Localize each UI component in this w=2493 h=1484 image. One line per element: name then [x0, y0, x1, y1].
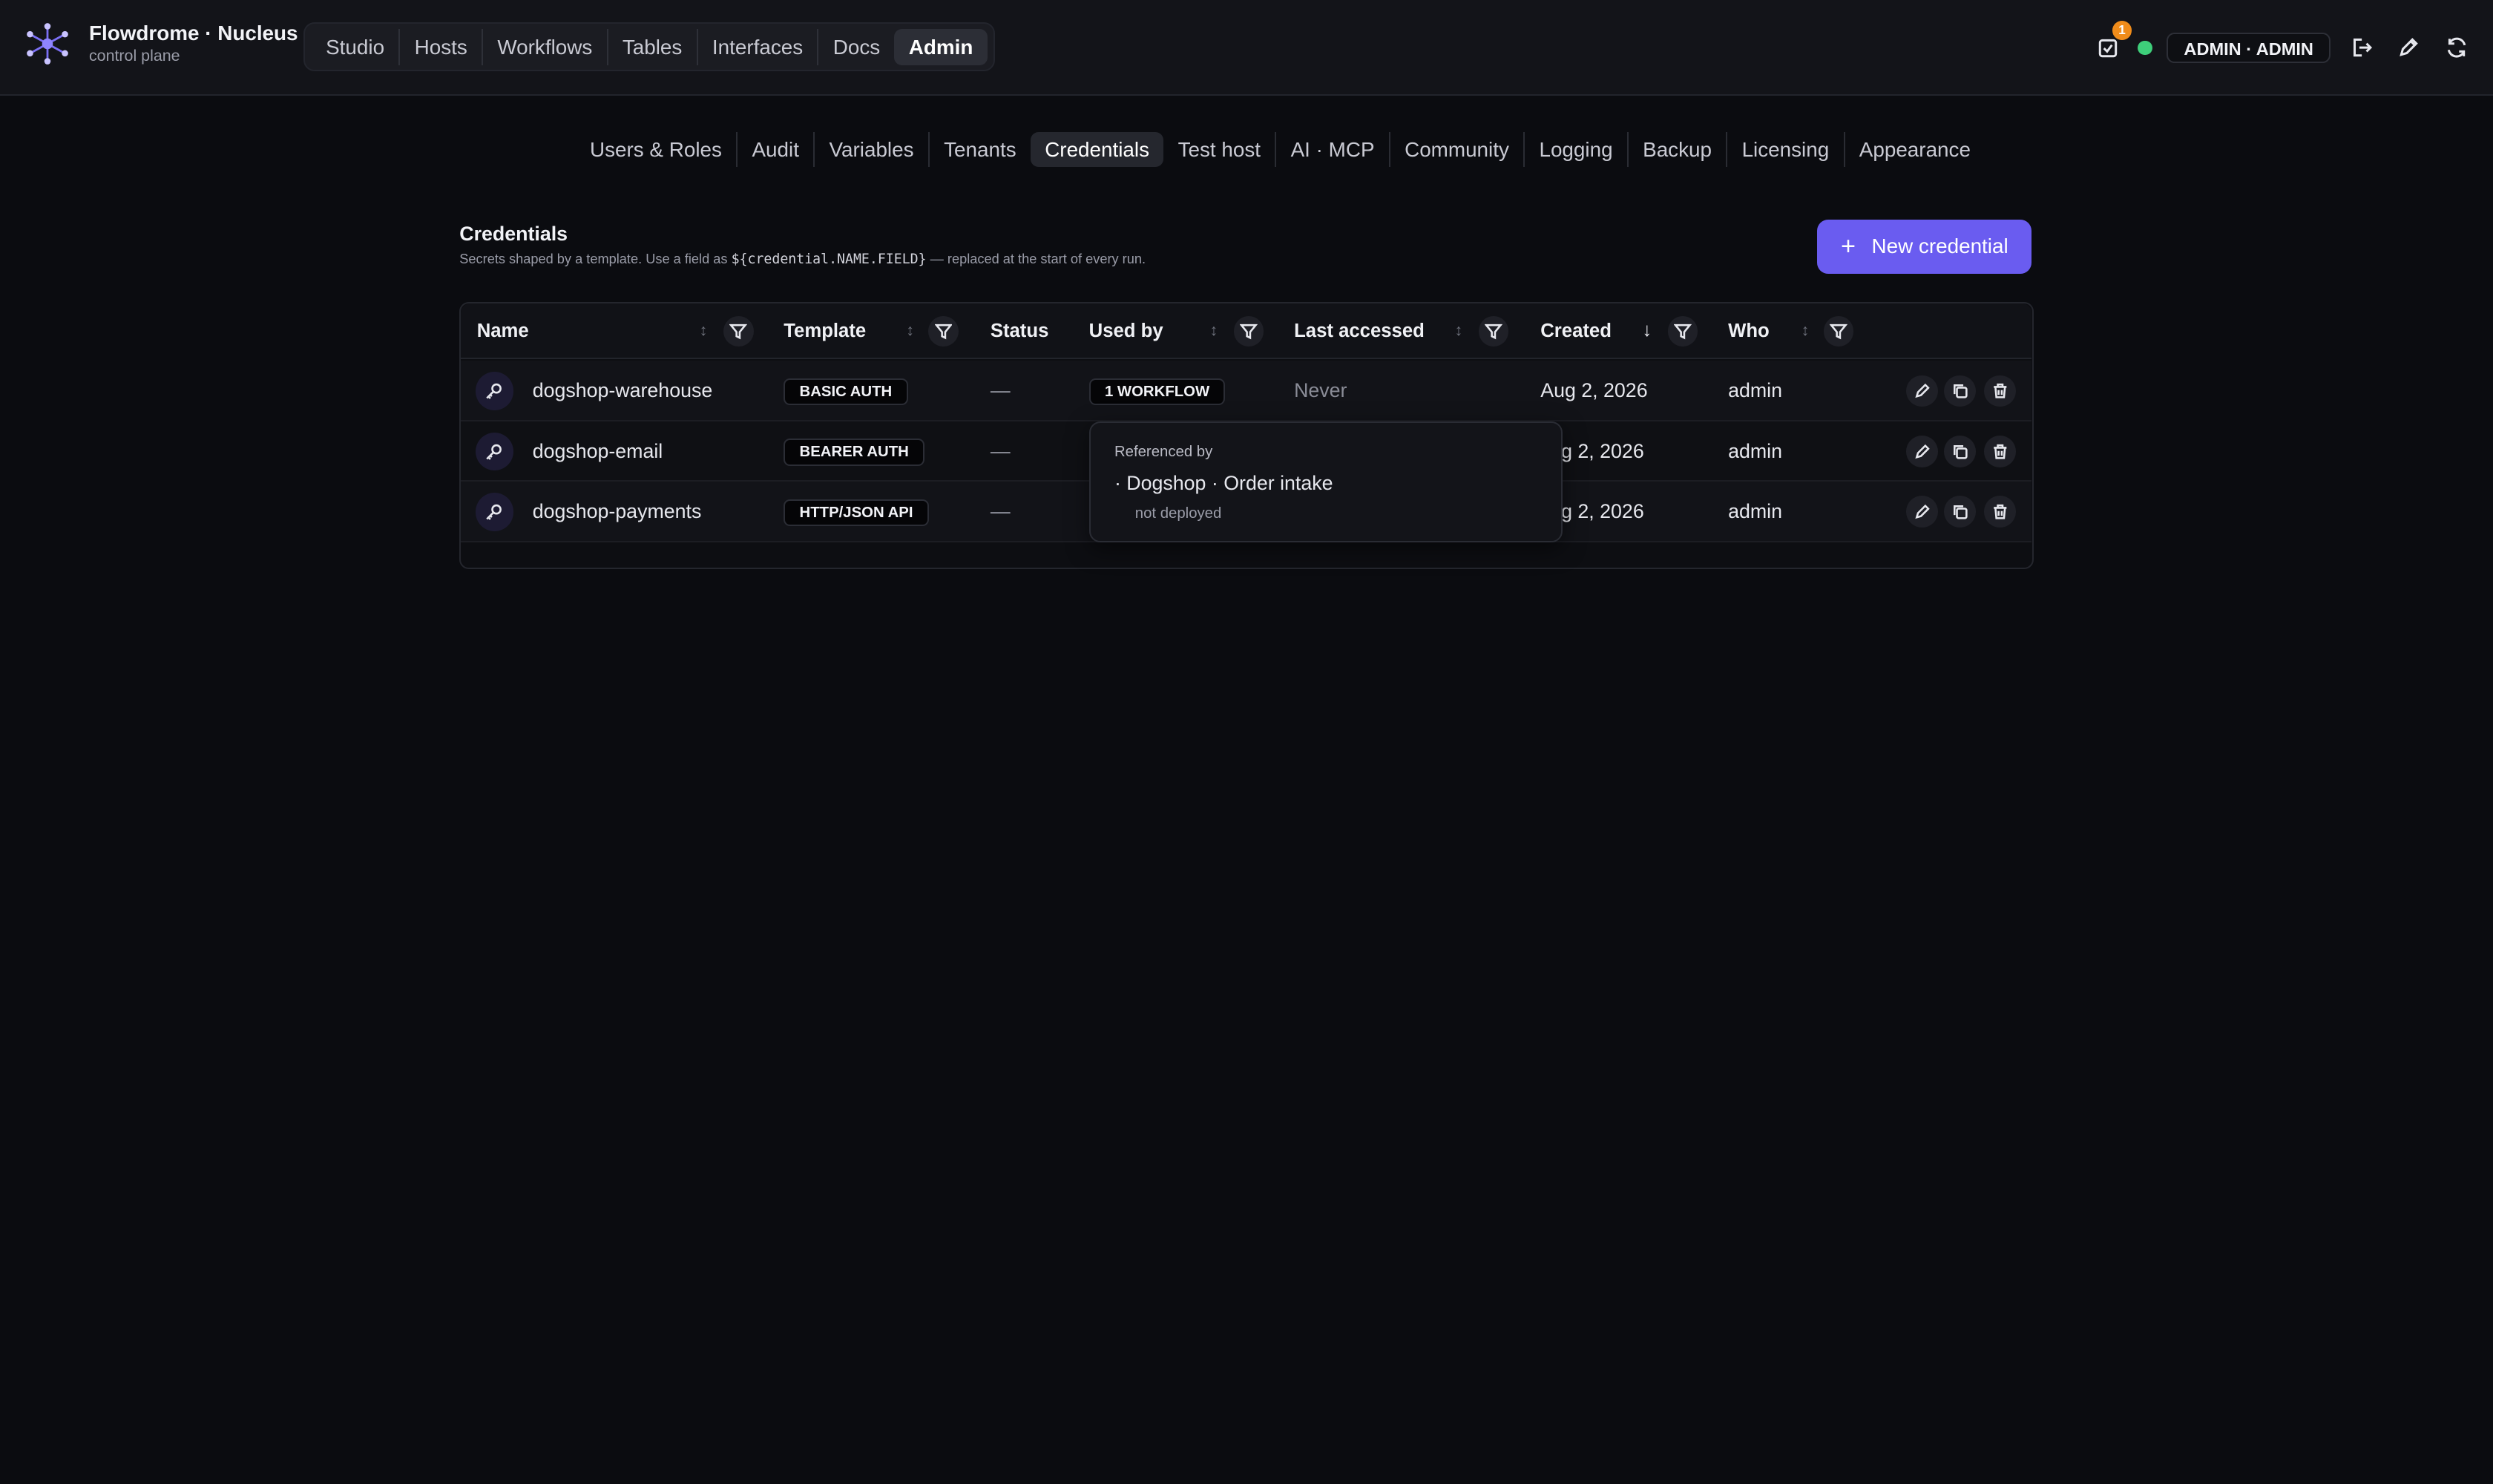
tab-users-roles[interactable]: Users & Roles [576, 131, 738, 167]
nav-interfaces[interactable]: Interfaces [698, 28, 819, 65]
col-status: Status [990, 321, 1049, 342]
nav-hosts[interactable]: Hosts [400, 28, 484, 65]
edit-icon[interactable] [1906, 375, 1938, 407]
copy-icon[interactable] [1944, 375, 1977, 407]
sort-icon[interactable]: ↕ [906, 321, 914, 340]
col-used-by[interactable]: Used by [1089, 303, 1163, 359]
filter-icon[interactable] [723, 316, 754, 347]
new-credential-button[interactable]: + New credential [1817, 219, 2032, 274]
table-row[interactable]: dogshop-warehouse BASIC AUTH — 1 WORKFLO… [461, 361, 2032, 421]
trash-icon[interactable] [1984, 496, 2016, 528]
tab-ai-mcp[interactable]: AI · MCP [1276, 131, 1390, 167]
status-value: — [990, 439, 1011, 462]
sort-icon[interactable]: ↕ [1210, 321, 1218, 340]
created-value: g 2, 2026 [1561, 500, 1644, 523]
refresh-icon[interactable] [2439, 30, 2474, 65]
logout-icon[interactable] [2344, 30, 2379, 65]
edit-icon[interactable] [2391, 30, 2426, 65]
key-icon [475, 432, 513, 471]
filter-icon[interactable] [1667, 316, 1698, 347]
plus-icon: + [1841, 232, 1856, 260]
template-badge: BASIC AUTH [784, 378, 908, 406]
trash-icon[interactable] [1984, 435, 2016, 467]
copy-icon[interactable] [1944, 435, 1977, 467]
copy-icon[interactable] [1944, 496, 1977, 528]
app-subtitle: control plane [88, 47, 180, 65]
tab-appearance[interactable]: Appearance [1845, 132, 1985, 167]
edit-icon[interactable] [1906, 435, 1938, 467]
col-name[interactable]: Name [477, 303, 529, 359]
filter-icon[interactable] [928, 316, 959, 347]
trash-icon[interactable] [1984, 375, 2016, 407]
filter-icon[interactable] [1233, 316, 1264, 347]
last-accessed-value: Never [1294, 379, 1347, 402]
sort-icon[interactable]: ↕ [1455, 321, 1463, 340]
tab-tenants[interactable]: Tenants [930, 132, 1031, 167]
notification-badge: 1 [2112, 20, 2132, 40]
col-last-accessed[interactable]: Last accessed [1294, 303, 1425, 359]
nav-admin[interactable]: Admin [894, 28, 988, 65]
tooltip-workflow-item[interactable]: · Dogshop · Order intake [1114, 472, 1333, 495]
app-title: Flowdrome · Nucleus [88, 21, 298, 45]
status-value: — [990, 379, 1011, 402]
user-badge[interactable]: ADMIN · ADMIN [2167, 32, 2331, 63]
created-value: Aug 2, 2026 [1540, 379, 1648, 402]
nav-tables[interactable]: Tables [608, 28, 698, 65]
credential-name[interactable]: dogshop-email [533, 421, 663, 482]
admin-tabs: Users & Roles Audit Variables Tenants Cr… [576, 131, 1985, 168]
tab-variables[interactable]: Variables [815, 131, 930, 167]
tab-community[interactable]: Community [1390, 131, 1525, 167]
created-value: g 2, 2026 [1561, 439, 1644, 462]
table-header: Name ↕ Template ↕ Status Used by ↕ Last … [461, 303, 2032, 360]
credential-name[interactable]: dogshop-payments [533, 482, 702, 542]
sort-icon[interactable]: ↕ [700, 321, 708, 340]
tab-audit[interactable]: Audit [738, 131, 815, 167]
status-indicator [2138, 40, 2152, 55]
nav-workflows[interactable]: Workflows [483, 28, 608, 65]
credential-name[interactable]: dogshop-warehouse [533, 361, 713, 421]
tab-logging[interactable]: Logging [1525, 131, 1629, 167]
nav-docs[interactable]: Docs [818, 29, 894, 65]
tab-licensing[interactable]: Licensing [1727, 131, 1845, 167]
who-value: admin [1728, 500, 1782, 523]
sort-icon[interactable]: ↕ [1801, 321, 1810, 340]
key-icon [475, 493, 513, 531]
who-value: admin [1728, 439, 1782, 462]
col-created[interactable]: Created [1540, 303, 1612, 359]
top-bar: Flowdrome · Nucleus control plane Studio… [0, 0, 2493, 96]
tooltip-title: Referenced by [1114, 443, 1213, 460]
key-icon [475, 372, 513, 410]
edit-icon[interactable] [1906, 496, 1938, 528]
credential-syntax: ${credential.NAME.FIELD} [731, 251, 927, 267]
tooltip-deploy-status: not deployed [1134, 505, 1222, 522]
tab-credentials[interactable]: Credentials [1030, 131, 1164, 167]
status-value: — [990, 500, 1011, 523]
logo-icon [27, 23, 69, 65]
template-badge: HTTP/JSON API [784, 499, 929, 527]
header-actions: 1 ADMIN · ADMIN [2090, 20, 2474, 70]
tasks-icon[interactable]: 1 [2090, 20, 2132, 65]
filter-icon[interactable] [1823, 316, 1854, 347]
page-title: Credentials [459, 222, 568, 245]
sort-desc-icon[interactable]: ↓ [1642, 320, 1652, 341]
tab-test-host[interactable]: Test host [1163, 131, 1277, 167]
who-value: admin [1728, 379, 1782, 402]
tab-backup[interactable]: Backup [1629, 131, 1728, 167]
col-who[interactable]: Who [1728, 303, 1770, 359]
nav-studio[interactable]: Studio [312, 28, 401, 65]
main-nav: Studio Hosts Workflows Tables Interfaces… [303, 22, 996, 72]
referenced-by-tooltip: Referenced by · Dogshop · Order intake n… [1088, 421, 1563, 542]
brand[interactable]: Flowdrome · Nucleus control plane [25, 21, 298, 67]
col-template[interactable]: Template [784, 303, 866, 359]
filter-icon[interactable] [1478, 316, 1509, 347]
template-badge: BEARER AUTH [784, 439, 925, 466]
page-description: Secrets shaped by a template. Use a fiel… [459, 251, 1146, 267]
used-by-badge[interactable]: 1 WORKFLOW [1088, 378, 1226, 406]
